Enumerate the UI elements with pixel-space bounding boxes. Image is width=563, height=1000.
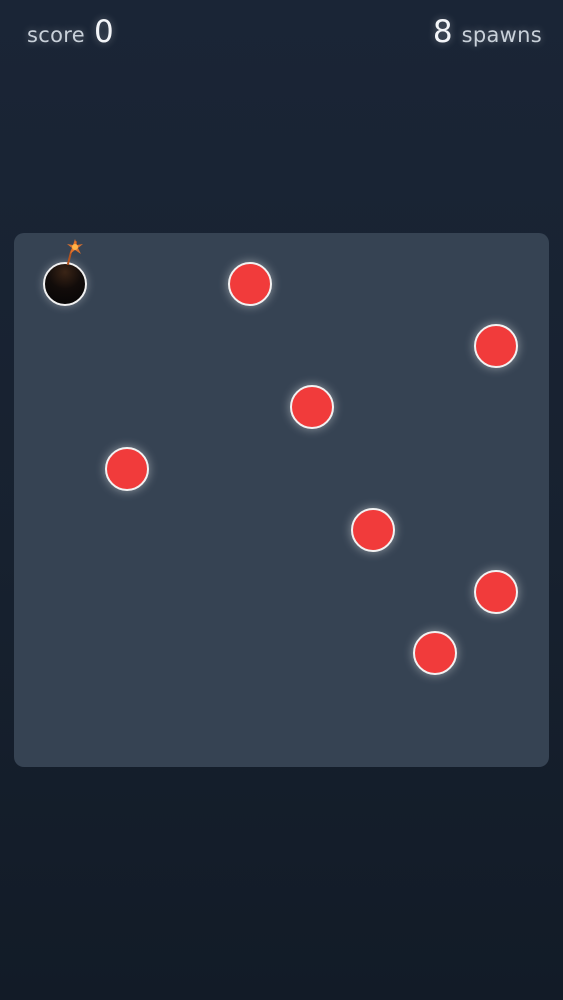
fuse-spark-icon xyxy=(67,239,83,265)
game-board[interactable] xyxy=(14,233,549,767)
red-dot[interactable] xyxy=(290,385,334,429)
spawns-display: 8 spawns xyxy=(433,14,542,54)
red-dot[interactable] xyxy=(351,508,395,552)
spawns-label: spawns xyxy=(461,23,542,47)
score-value: 0 xyxy=(93,14,114,50)
red-dot[interactable] xyxy=(105,447,149,491)
red-dot[interactable] xyxy=(413,631,457,675)
red-dot[interactable] xyxy=(474,570,518,614)
spawns-value: 8 xyxy=(432,14,453,50)
red-dot[interactable] xyxy=(228,262,272,306)
red-dot[interactable] xyxy=(474,324,518,368)
score-display: score 0 xyxy=(27,14,114,54)
score-label: score xyxy=(27,23,85,47)
